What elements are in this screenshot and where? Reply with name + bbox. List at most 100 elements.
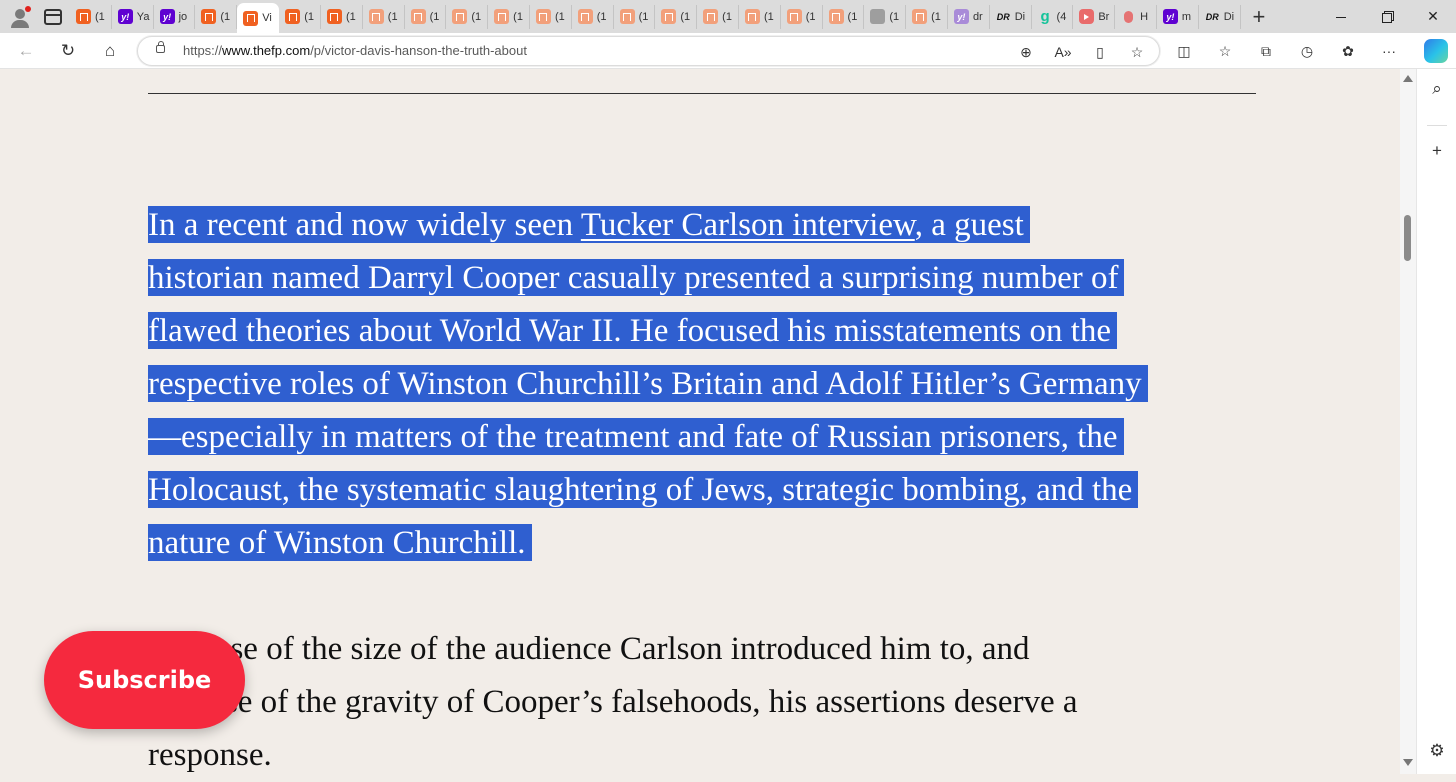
tab-label: (1	[513, 10, 523, 23]
substack-faded-favicon-icon	[577, 9, 593, 24]
history-icon[interactable]: ◷	[1295, 39, 1319, 63]
image-favicon-icon	[870, 9, 886, 24]
tab[interactable]: y! m	[1157, 4, 1199, 29]
tab-label: (1	[345, 10, 356, 23]
dr-favicon-icon: DR	[996, 11, 1010, 22]
tab-active[interactable]: Vi✕	[237, 3, 280, 33]
restore-icon[interactable]	[1364, 9, 1410, 25]
scroll-down-icon[interactable]	[1403, 759, 1413, 766]
subscribe-button[interactable]: Subscribe	[44, 631, 245, 729]
yahoo-favicon-icon: y!	[117, 9, 133, 24]
split-screen-icon[interactable]: ◫	[1172, 39, 1196, 63]
tucker-carlson-interview-link[interactable]: Tucker Carlson interview	[581, 207, 915, 243]
tab[interactable]: (1	[321, 4, 363, 29]
tab-label: (1	[889, 10, 900, 23]
tab[interactable]: (1	[864, 4, 907, 29]
tab[interactable]: (1	[195, 4, 238, 29]
tab[interactable]: H	[1115, 4, 1157, 29]
tab-label: Br	[1098, 10, 1110, 23]
tab-label: (1	[805, 10, 816, 23]
back-icon[interactable]: ←	[14, 39, 38, 63]
tab[interactable]: Br	[1073, 4, 1116, 29]
tab[interactable]: (1	[781, 4, 823, 29]
settings-gear-icon[interactable]: ⚙	[1426, 741, 1448, 761]
substack-favicon-icon	[243, 10, 259, 26]
substack-faded-favicon-icon	[661, 9, 677, 24]
tab[interactable]: (1	[446, 4, 489, 29]
edge-sidebar: ⌕ + ⚙	[1416, 69, 1456, 774]
tab[interactable]: (1	[363, 4, 405, 29]
favorite-star-icon[interactable]: ☆	[1125, 40, 1149, 64]
window-controls: ✕	[1318, 0, 1456, 33]
paragraph-selected: In a recent and now widely seen Tucker C…	[148, 199, 1258, 570]
lock-icon[interactable]	[156, 41, 165, 53]
tab[interactable]: (1	[655, 4, 698, 29]
scroll-up-icon[interactable]	[1403, 75, 1413, 82]
minimize-icon[interactable]	[1318, 9, 1364, 25]
section-divider	[148, 93, 1256, 94]
substack-favicon-icon	[201, 9, 217, 24]
tab[interactable]: (1	[279, 4, 321, 29]
tab[interactable]: (1	[739, 4, 781, 29]
tab[interactable]: (1	[906, 4, 948, 29]
grammarly-favicon-icon: g	[1040, 8, 1050, 25]
home-icon[interactable]: ⌂	[98, 39, 122, 63]
address-bar[interactable]: https://www.thefp.com/p/victor-davis-han…	[137, 36, 1160, 66]
search-icon[interactable]: ⌕	[1426, 79, 1448, 99]
tab-actions-icon[interactable]	[44, 8, 62, 25]
favorites-icon[interactable]: ☆	[1213, 39, 1237, 63]
tab-label: Ya	[136, 10, 150, 23]
more-menu-icon[interactable]: ···	[1377, 39, 1401, 63]
zoom-icon[interactable]: ⊕	[1014, 40, 1038, 64]
substack-favicon-icon	[76, 9, 91, 24]
refresh-icon[interactable]: ↻	[56, 39, 80, 63]
url-text: https://www.thefp.com/p/victor-davis-han…	[183, 43, 527, 58]
tab[interactable]: (1	[572, 4, 614, 29]
tab[interactable]: g (4	[1032, 4, 1074, 29]
profile-avatar-icon[interactable]	[6, 3, 34, 31]
tab[interactable]: (1	[488, 4, 530, 29]
tab-label: m	[1181, 10, 1192, 23]
article-body: In a recent and now widely seen Tucker C…	[148, 199, 1258, 782]
substack-faded-favicon-icon	[410, 9, 426, 24]
tab-label: (1	[95, 10, 105, 23]
tab[interactable]: y! jo	[154, 4, 196, 29]
tab[interactable]: (1	[405, 4, 447, 29]
substack-faded-favicon-icon	[703, 9, 719, 24]
tab-label: (1	[763, 10, 774, 23]
new-tab-button[interactable]: +	[1253, 5, 1266, 28]
yahoo-favicon-icon: y!	[159, 9, 175, 24]
tab-label: (4	[1056, 10, 1067, 23]
tab[interactable]: (1	[697, 4, 739, 29]
tab[interactable]: y! Ya	[112, 4, 154, 29]
extension-icon[interactable]: ✿	[1336, 39, 1360, 63]
read-aloud-icon[interactable]: A»	[1051, 40, 1075, 64]
tab[interactable]: (1	[614, 4, 656, 29]
tab[interactable]: (1	[530, 4, 572, 29]
yahoo-faded-favicon-icon: y!	[953, 9, 969, 24]
close-window-icon[interactable]: ✕	[1410, 8, 1456, 25]
substack-faded-favicon-icon	[494, 9, 510, 24]
collections-icon[interactable]: ⧉	[1254, 39, 1278, 63]
substack-favicon-icon	[326, 9, 342, 24]
tab-label: (1	[554, 10, 565, 23]
browser-toolbar: ← ↻ ⌂ https://www.thefp.com/p/victor-dav…	[0, 33, 1456, 69]
tab[interactable]: y! dr	[948, 4, 990, 29]
paragraph-text: , a guest historian named Darryl Cooper …	[148, 207, 1142, 561]
copilot-icon[interactable]	[1424, 39, 1448, 63]
page-scrollbar[interactable]	[1400, 69, 1416, 774]
tab[interactable]: (1	[70, 4, 112, 29]
scroll-thumb[interactable]	[1404, 215, 1411, 261]
tab-list: (1y!Yay!jo(1Vi✕(1(1(1(1(1(1(1(1(1(1(1(1(…	[70, 0, 1241, 33]
add-icon[interactable]: +	[1426, 141, 1448, 161]
tab[interactable]: (1	[823, 4, 865, 29]
tab-label: (1	[387, 10, 398, 23]
tab[interactable]: DR Di	[990, 4, 1032, 29]
tab-label: (1	[638, 10, 649, 23]
substack-faded-favicon-icon	[368, 9, 384, 24]
tab[interactable]: DR Di	[1199, 4, 1241, 29]
immersive-reader-icon[interactable]: ▯	[1088, 40, 1112, 64]
tab-label: Di	[1014, 10, 1026, 23]
substack-faded-favicon-icon	[619, 9, 635, 24]
tab-strip: (1y!Yay!jo(1Vi✕(1(1(1(1(1(1(1(1(1(1(1(1(…	[0, 0, 1456, 33]
